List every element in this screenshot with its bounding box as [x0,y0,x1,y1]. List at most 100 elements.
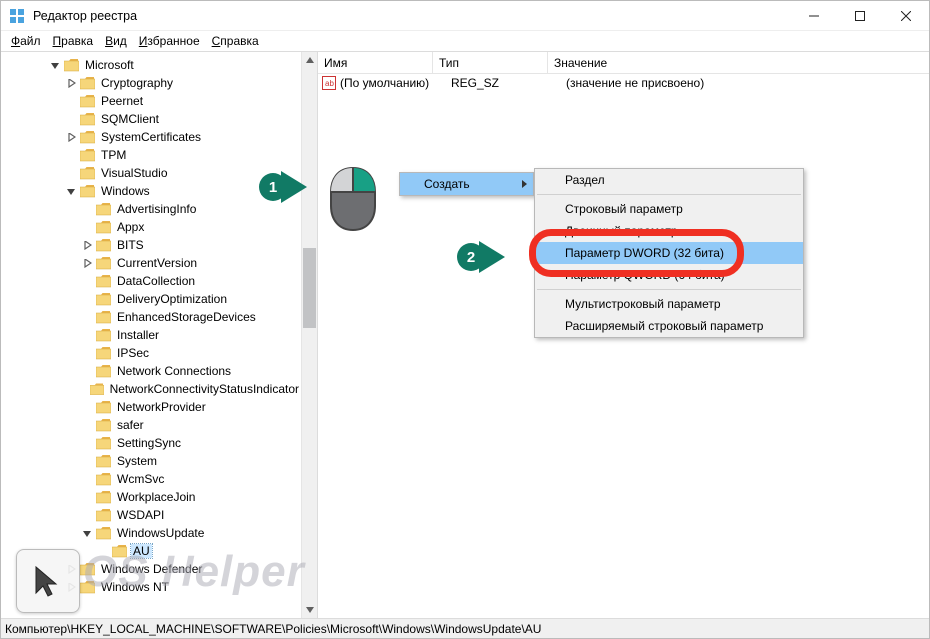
submenu-item[interactable]: Строковый параметр [535,198,803,220]
tree-item[interactable]: Windows [1,182,301,200]
scroll-down-button[interactable] [302,602,317,618]
tree-item-label: WorkplaceJoin [115,490,197,504]
column-value[interactable]: Значение [548,52,929,73]
tree-item[interactable]: TPM [1,146,301,164]
menu-view[interactable]: Вид [99,34,133,48]
menu-edit[interactable]: Правка [47,34,100,48]
tree-item[interactable]: WcmSvc [1,470,301,488]
annotation-callout-2: 2 [457,243,485,271]
menu-favorites[interactable]: Избранное [133,34,206,48]
submenu-arrow-icon [522,180,527,188]
scroll-up-button[interactable] [302,52,317,68]
list-header: Имя Тип Значение [318,52,929,74]
list-row[interactable]: ab (По умолчанию)REG_SZ(значение не присв… [318,74,929,92]
tree-item[interactable]: IPSec [1,344,301,362]
registry-tree[interactable]: Microsoft Cryptography Peernet SQMClient Sys… [1,52,301,618]
list-body[interactable]: ab (По умолчанию)REG_SZ(значение не присв… [318,74,929,618]
tree-item[interactable]: SettingSync [1,434,301,452]
regedit-icon [9,8,25,24]
annotation-callout-1: 1 [259,173,287,201]
window-controls [791,1,929,30]
tree-item-label: NetworkProvider [115,400,208,414]
tree-item-label: WindowsUpdate [115,526,206,540]
tree-item[interactable]: Installer [1,326,301,344]
tree-item[interactable]: VisualStudio [1,164,301,182]
column-type[interactable]: Тип [433,52,548,73]
context-menu[interactable]: Создать [399,172,534,196]
tree-item-label: EnhancedStorageDevices [115,310,258,324]
tree-item-label: CurrentVersion [115,256,199,270]
close-button[interactable] [883,1,929,30]
tree-item[interactable]: WorkplaceJoin [1,488,301,506]
tree-item[interactable]: WSDAPI [1,506,301,524]
tree-item[interactable]: EnhancedStorageDevices [1,308,301,326]
context-menu-item-create[interactable]: Создать [400,173,533,195]
value-type: REG_SZ [451,76,566,90]
tree-item[interactable]: Microsoft [1,56,301,74]
tree-item-label: WcmSvc [115,472,166,486]
tree-item[interactable]: System [1,452,301,470]
tree-item-label: Network Connections [115,364,233,378]
submenu-item[interactable]: Расширяемый строковый параметр [535,315,803,337]
tree-item[interactable]: SQMClient [1,110,301,128]
tree-item-label: SystemCertificates [99,130,203,144]
column-name[interactable]: Имя [318,52,433,73]
value-name: (По умолчанию) [340,76,451,90]
tree-item-label: NetworkConnectivityStatusIndicator [108,382,301,396]
maximize-button[interactable] [837,1,883,30]
tree-item[interactable]: Cryptography [1,74,301,92]
tree-item[interactable]: CurrentVersion [1,254,301,272]
watermark-text: OS Helper [83,547,305,597]
tree-item-label: safer [115,418,146,432]
tree-item-label: DeliveryOptimization [115,292,229,306]
tree-item-label: VisualStudio [99,166,170,180]
string-value-icon: ab [322,76,336,90]
tree-item-label: IPSec [115,346,151,360]
title-bar: Редактор реестра [1,1,929,31]
tree-panel: Microsoft Cryptography Peernet SQMClient Sys… [1,52,318,618]
tree-item[interactable]: Network Connections [1,362,301,380]
tree-item-label: AdvertisingInfo [115,202,198,216]
value-data: (значение не присвоено) [566,76,929,90]
mouse-right-click-icon [327,166,379,232]
tree-item-label: DataCollection [115,274,197,288]
menu-file[interactable]: Файл [5,34,47,48]
tree-item-label: Cryptography [99,76,175,90]
tree-item-label: Windows [99,184,152,198]
svg-text:ab: ab [325,79,334,88]
submenu-item[interactable]: Раздел [535,169,803,191]
tree-item-label: WSDAPI [115,508,166,522]
tree-item-label: Peernet [99,94,145,108]
tree-scrollbar[interactable] [301,52,317,618]
status-path: Компьютер\HKEY_LOCAL_MACHINE\SOFTWARE\Po… [5,622,541,636]
menu-bar: Файл Правка Вид Избранное Справка [1,31,929,51]
tree-item-label: System [115,454,159,468]
tree-item[interactable]: NetworkConnectivityStatusIndicator [1,380,301,398]
tree-item[interactable]: safer [1,416,301,434]
scroll-track[interactable] [302,68,317,602]
tree-item[interactable]: DeliveryOptimization [1,290,301,308]
tree-item[interactable]: NetworkProvider [1,398,301,416]
menu-help[interactable]: Справка [206,34,265,48]
minimize-button[interactable] [791,1,837,30]
annotation-highlight-ring [529,229,744,277]
tree-item-label: SettingSync [115,436,183,450]
tree-item[interactable]: SystemCertificates [1,128,301,146]
tree-item[interactable]: Peernet [1,92,301,110]
scroll-thumb[interactable] [303,248,316,328]
tree-item[interactable]: BITS [1,236,301,254]
cursor-indicator [16,549,80,613]
status-bar: Компьютер\HKEY_LOCAL_MACHINE\SOFTWARE\Po… [1,618,929,638]
tree-item[interactable]: Appx [1,218,301,236]
tree-item[interactable]: WindowsUpdate [1,524,301,542]
tree-item-label: SQMClient [99,112,161,126]
tree-item-label: Microsoft [83,58,136,72]
menu-separator [537,194,801,195]
tree-item[interactable]: AdvertisingInfo [1,200,301,218]
menu-separator [537,289,801,290]
tree-item[interactable]: DataCollection [1,272,301,290]
tree-item-label: Appx [115,220,146,234]
window-title: Редактор реестра [33,9,791,23]
submenu-item[interactable]: Мультистроковый параметр [535,293,803,315]
tree-item-label: Installer [115,328,161,342]
